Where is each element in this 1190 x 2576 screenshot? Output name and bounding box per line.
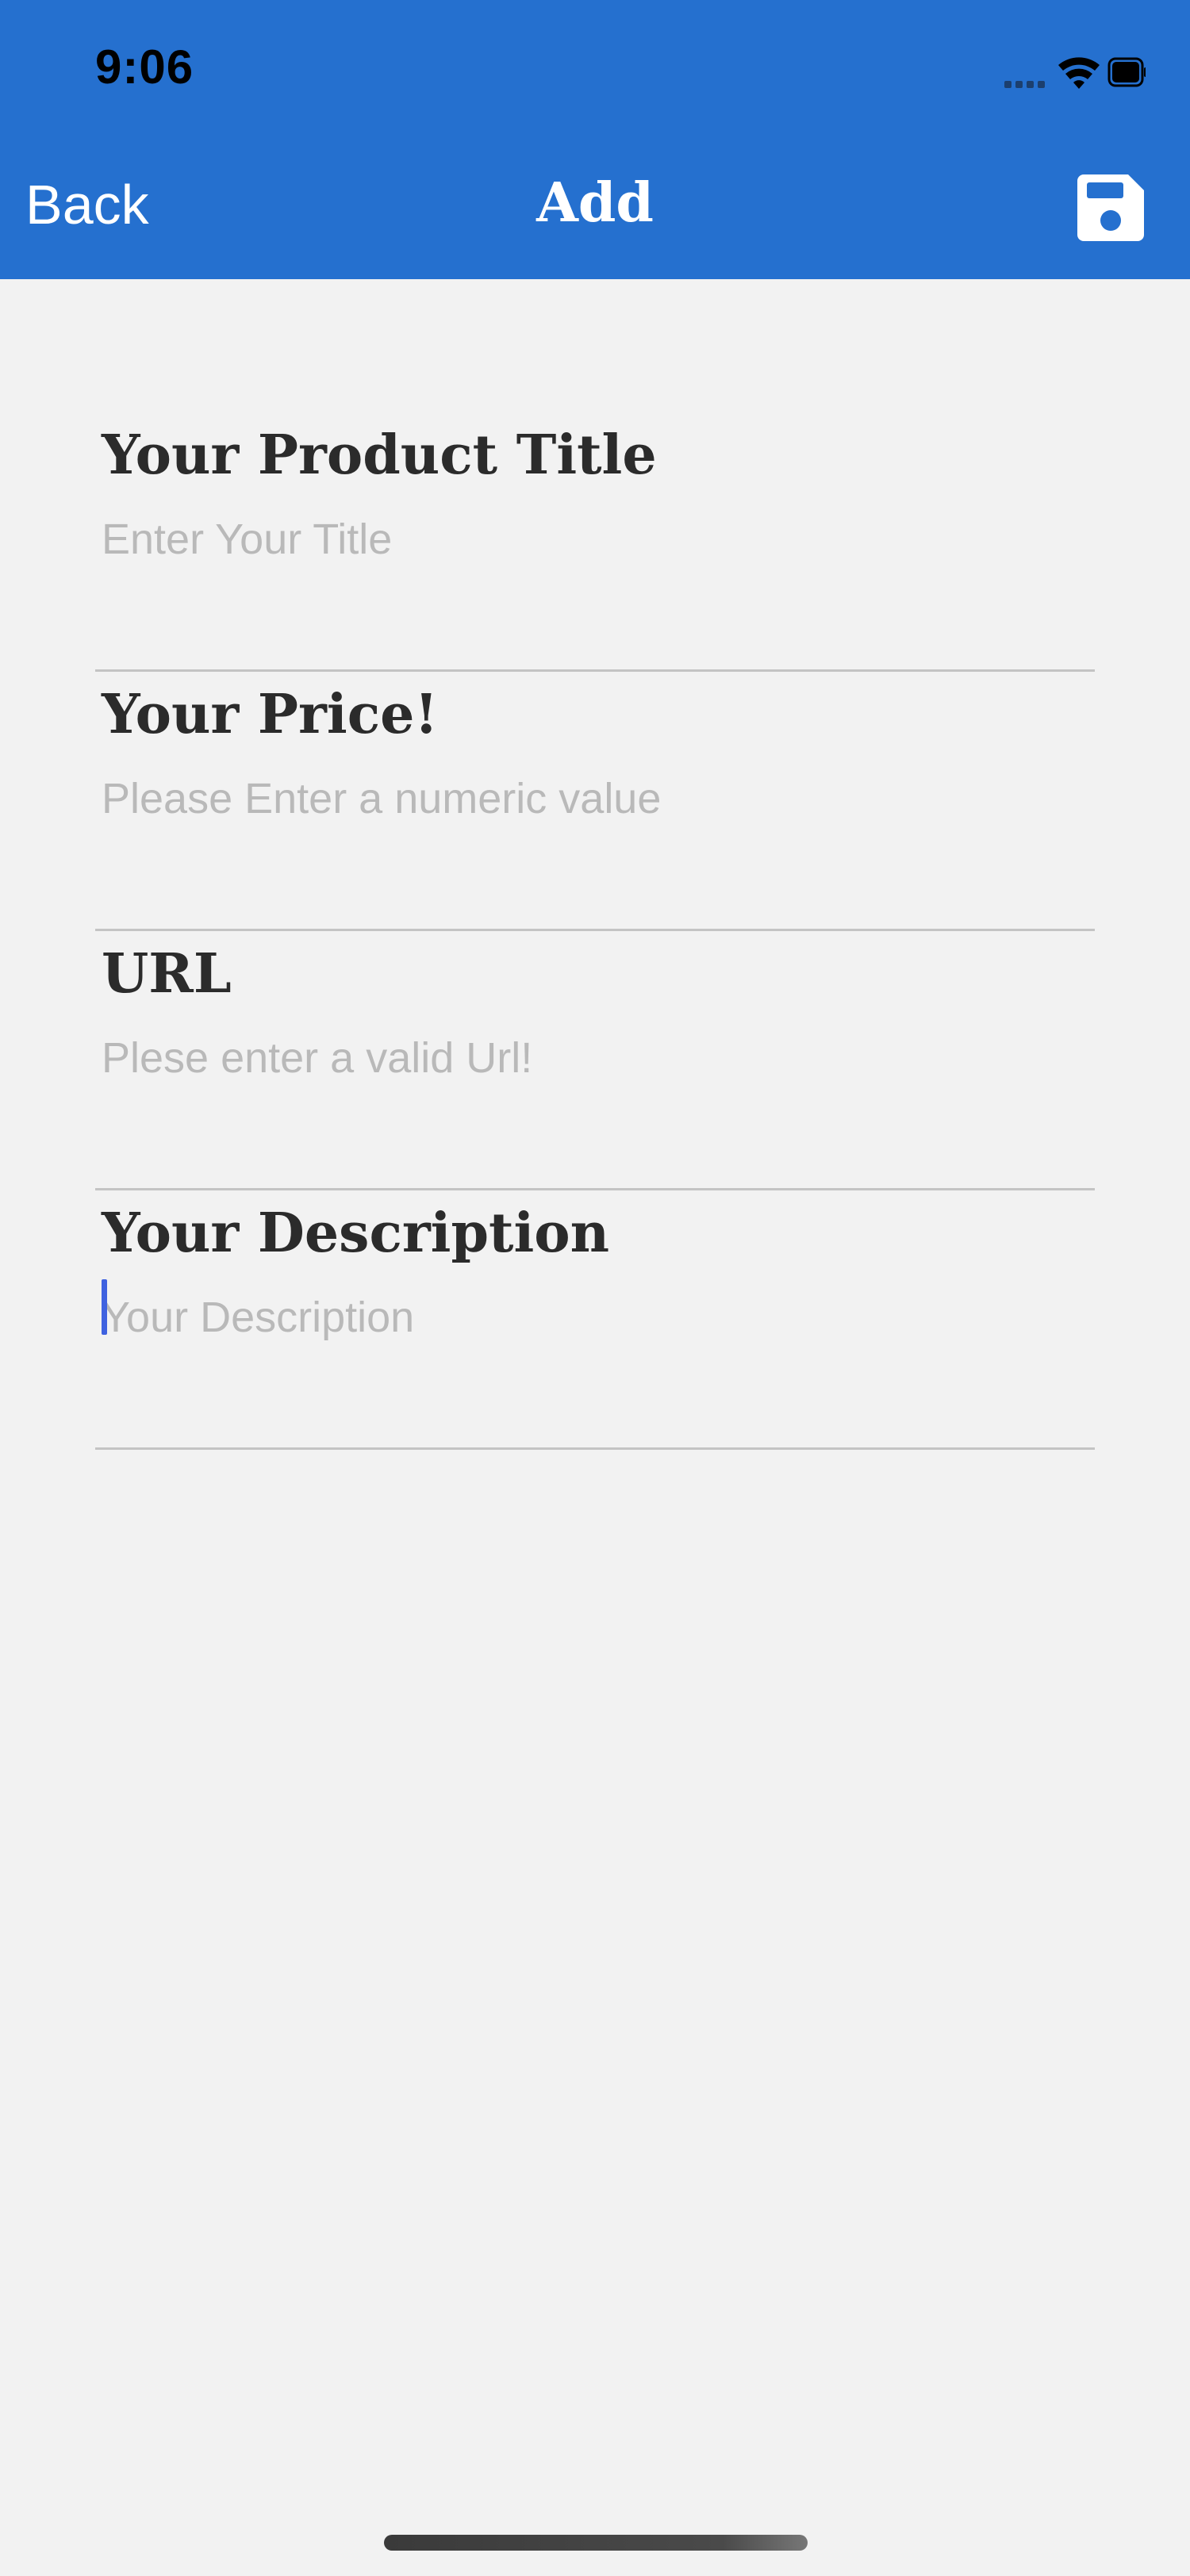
description-input[interactable]	[102, 1286, 1085, 1349]
title-field: Your Product Title	[95, 412, 1095, 672]
text-cursor	[102, 1279, 107, 1335]
home-indicator[interactable]	[384, 2535, 808, 2551]
url-label: URL	[102, 942, 232, 1006]
description-field: Your Description	[95, 1190, 1095, 1450]
page-title: Add	[536, 171, 654, 235]
url-input[interactable]	[102, 1026, 1085, 1090]
title-label: Your Product Title	[102, 424, 657, 487]
url-field: URL	[95, 931, 1095, 1190]
description-label: Your Description	[102, 1202, 610, 1265]
price-input[interactable]	[102, 767, 1085, 830]
status-icons	[908, 51, 1147, 98]
status-time: 9:06	[95, 40, 194, 94]
price-label: Your Price!	[102, 683, 439, 746]
title-input[interactable]	[102, 508, 1085, 571]
battery-icon	[1107, 57, 1147, 87]
save-button[interactable]	[1076, 173, 1146, 243]
wifi-icon	[1058, 57, 1100, 89]
signal-icon	[1004, 81, 1045, 88]
navigation-header: 9:06 Back Add	[0, 0, 1190, 279]
product-form: Your Product Title Your Price! URL Your …	[95, 412, 1095, 1450]
back-button[interactable]: Back	[25, 173, 149, 236]
price-field: Your Price!	[95, 672, 1095, 931]
save-icon	[1077, 174, 1144, 241]
